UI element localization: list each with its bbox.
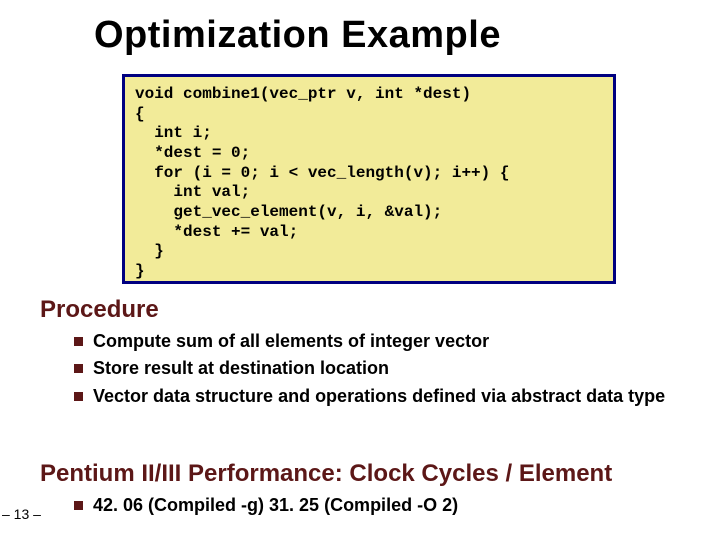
- code-block: void combine1(vec_ptr v, int *dest) { in…: [122, 74, 616, 284]
- list-item: Store result at destination location: [74, 357, 704, 380]
- bullet-icon: [74, 364, 83, 373]
- bullet-list-performance: 42. 06 (Compiled -g) 31. 25 (Compiled -O…: [74, 494, 704, 521]
- list-item-text: Vector data structure and operations def…: [93, 385, 704, 408]
- page-number: – 13 –: [2, 506, 41, 522]
- slide-title: Optimization Example: [94, 14, 501, 57]
- slide: Optimization Example void combine1(vec_p…: [0, 0, 720, 540]
- bullet-icon: [74, 392, 83, 401]
- code-text: void combine1(vec_ptr v, int *dest) { in…: [135, 85, 603, 282]
- section-heading-performance: Pentium II/III Performance: Clock Cycles…: [40, 460, 612, 488]
- bullet-icon: [74, 337, 83, 346]
- list-item-text: Compute sum of all elements of integer v…: [93, 330, 704, 353]
- list-item: Compute sum of all elements of integer v…: [74, 330, 704, 353]
- list-item-text: Store result at destination location: [93, 357, 704, 380]
- list-item: 42. 06 (Compiled -g) 31. 25 (Compiled -O…: [74, 494, 704, 517]
- bullet-icon: [74, 501, 83, 510]
- list-item-text: 42. 06 (Compiled -g) 31. 25 (Compiled -O…: [93, 494, 704, 517]
- list-item: Vector data structure and operations def…: [74, 385, 704, 408]
- bullet-list-procedure: Compute sum of all elements of integer v…: [74, 330, 704, 412]
- section-heading-procedure: Procedure: [40, 296, 159, 324]
